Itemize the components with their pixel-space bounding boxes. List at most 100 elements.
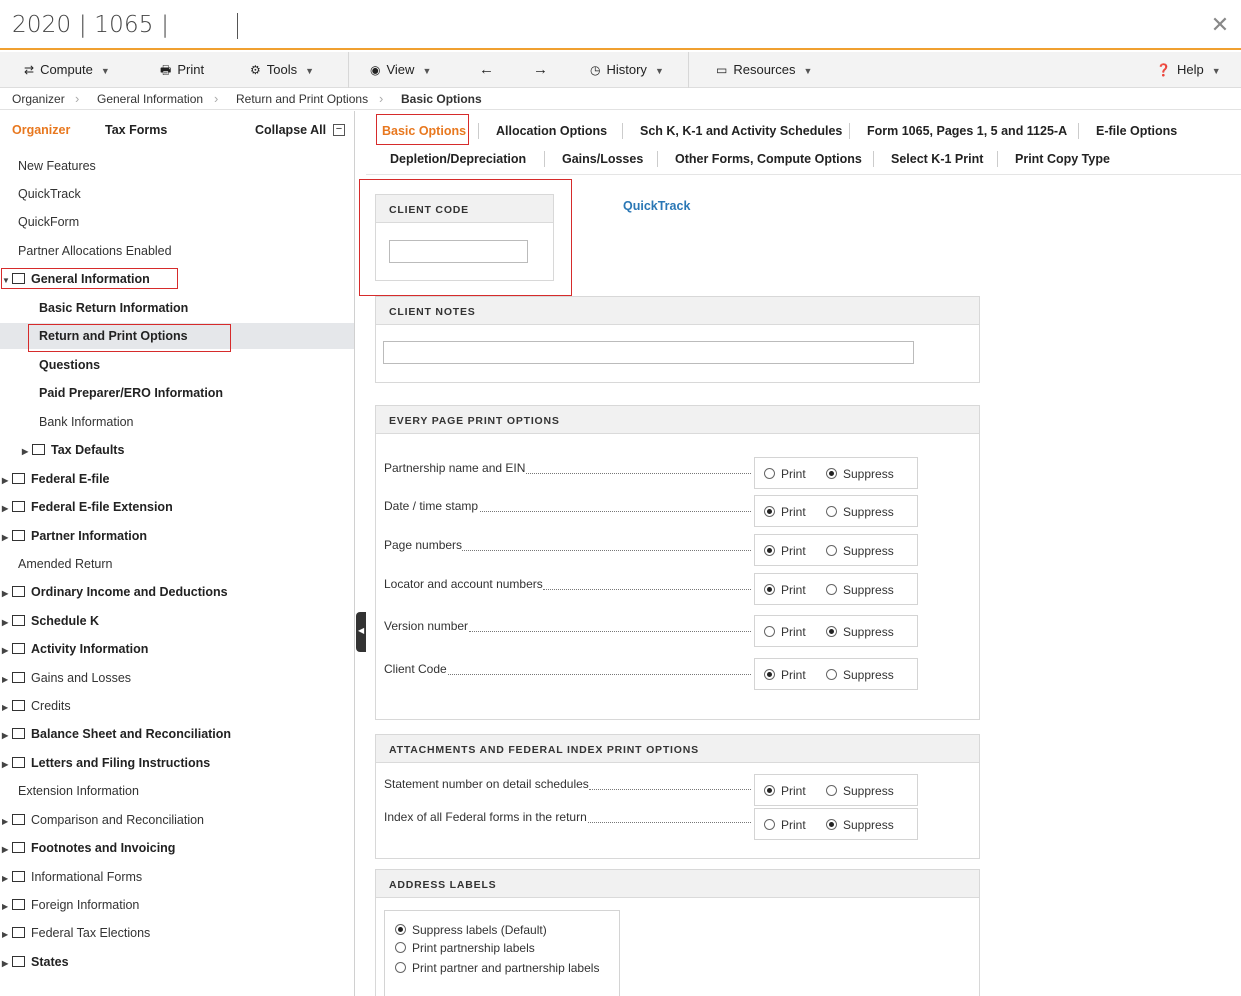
radio-print[interactable]: Print <box>764 505 806 519</box>
sidebar-folder-gains-losses[interactable]: ▶ Gains and Losses <box>2 671 131 685</box>
radio-suppress[interactable]: Suppress <box>826 818 894 832</box>
radio-suppress[interactable]: Suppress <box>826 467 894 481</box>
radio-print-partner-partnership-labels[interactable]: Print partner and partnership labels <box>395 961 599 975</box>
collapsed-triangle-icon[interactable]: ▶ <box>2 930 12 939</box>
sidebar-folder-balance-sheet[interactable]: ▶ Balance Sheet and Reconciliation <box>2 727 231 741</box>
collapsed-triangle-icon[interactable]: ▶ <box>2 845 12 854</box>
sidebar-item-amended-return[interactable]: Amended Return <box>18 557 113 571</box>
sidebar-item-bank-information[interactable]: Bank Information <box>39 415 134 429</box>
radio-print[interactable]: Print <box>764 467 806 481</box>
breadcrumb-general-information[interactable]: General Information <box>97 92 203 106</box>
sidebar-folder-partner-information[interactable]: ▶ Partner Information <box>2 529 147 543</box>
sidebar-folder-tax-defaults[interactable]: ▶ Tax Defaults <box>22 443 124 457</box>
tab-print-copy-type[interactable]: Print Copy Type <box>1015 152 1110 166</box>
collapsed-triangle-icon[interactable]: ▶ <box>22 447 32 456</box>
collapsed-triangle-icon[interactable]: ▶ <box>2 675 12 684</box>
radio-print[interactable]: Print <box>764 668 806 682</box>
expanded-triangle-icon[interactable]: ▼ <box>2 276 12 285</box>
sidebar-folder-footnotes[interactable]: ▶ Footnotes and Invoicing <box>2 841 175 855</box>
radio-suppress[interactable]: Suppress <box>826 625 894 639</box>
sidebar-item-questions[interactable]: Questions <box>39 358 100 372</box>
sidebar-item-basic-return-information[interactable]: Basic Return Information <box>39 301 188 315</box>
collapsed-triangle-icon[interactable]: ▶ <box>2 731 12 740</box>
sidebar-folder-letters-filing[interactable]: ▶ Letters and Filing Instructions <box>2 756 210 770</box>
help-menu[interactable]: ❓ Help ▼ <box>1156 52 1221 88</box>
radio-print[interactable]: Print <box>764 625 806 639</box>
radio-icon <box>764 819 775 830</box>
radio-suppress[interactable]: Suppress <box>826 544 894 558</box>
forward-arrow-icon[interactable]: → <box>533 52 548 88</box>
folder-icon <box>12 473 25 484</box>
sidebar-folder-schedule-k[interactable]: ▶ Schedule K <box>2 614 99 628</box>
sidebar-folder-activity-information[interactable]: ▶ Activity Information <box>2 642 148 656</box>
back-arrow-icon[interactable]: ← <box>479 52 494 88</box>
sidebar-folder-federal-efile-extension[interactable]: ▶ Federal E-file Extension <box>2 500 173 514</box>
radio-suppress[interactable]: Suppress <box>826 668 894 682</box>
collapsed-triangle-icon[interactable]: ▶ <box>2 902 12 911</box>
history-menu[interactable]: ◷ History ▼ <box>590 52 664 88</box>
sidebar-folder-credits[interactable]: ▶ Credits <box>2 699 71 713</box>
tab-depletion-depreciation[interactable]: Depletion/Depreciation <box>390 152 526 166</box>
client-code-input[interactable] <box>389 240 528 263</box>
tab-efile-options[interactable]: E-file Options <box>1096 124 1177 138</box>
view-menu[interactable]: ◉ View ▼ <box>370 52 431 88</box>
client-notes-input[interactable] <box>383 341 914 364</box>
close-icon[interactable]: ✕ <box>1208 13 1232 37</box>
radio-suppress[interactable]: Suppress <box>826 583 894 597</box>
sidebar-folder-foreign-information[interactable]: ▶ Foreign Information <box>2 898 139 912</box>
collapsed-triangle-icon[interactable]: ▶ <box>2 589 12 598</box>
radio-print[interactable]: Print <box>764 583 806 597</box>
collapse-all-button[interactable]: Collapse All <box>255 123 326 137</box>
radio-suppress[interactable]: Suppress <box>826 784 894 798</box>
sidebar-item-extension-information[interactable]: Extension Information <box>18 784 139 798</box>
collapsed-triangle-icon[interactable]: ▶ <box>2 646 12 655</box>
sidebar-item-quickform[interactable]: QuickForm <box>18 215 79 229</box>
sidebar-folder-general-information[interactable]: ▼ General Information <box>2 272 150 286</box>
print-button[interactable]: 🖶 Print <box>160 52 204 88</box>
radio-print[interactable]: Print <box>764 784 806 798</box>
sidebar-item-return-print-options[interactable]: Return and Print Options <box>39 329 188 343</box>
sidebar-folder-comparison[interactable]: ▶ Comparison and Reconciliation <box>2 813 204 827</box>
radio-print-partnership-labels[interactable]: Print partnership labels <box>395 941 535 955</box>
sidebar-folder-federal-tax-elections[interactable]: ▶ Federal Tax Elections <box>2 926 150 940</box>
collapsed-triangle-icon[interactable]: ▶ <box>2 959 12 968</box>
breadcrumb: Organizer › General Information › Return… <box>0 89 1241 110</box>
sidebar-item-new-features[interactable]: New Features <box>18 159 96 173</box>
compute-menu[interactable]: ⇄ Compute ▼ <box>24 52 110 88</box>
radio-print[interactable]: Print <box>764 818 806 832</box>
tab-tax-forms[interactable]: Tax Forms <box>105 123 167 137</box>
collapsed-triangle-icon[interactable]: ▶ <box>2 504 12 513</box>
tab-organizer[interactable]: Organizer <box>12 123 70 137</box>
sidebar-folder-federal-efile[interactable]: ▶ Federal E-file <box>2 472 110 486</box>
collapsed-triangle-icon[interactable]: ▶ <box>2 874 12 883</box>
sidebar-item-quicktrack[interactable]: QuickTrack <box>18 187 81 201</box>
tab-sch-k-k1[interactable]: Sch K, K-1 and Activity Schedules <box>640 124 842 138</box>
sidebar-folder-informational-forms[interactable]: ▶ Informational Forms <box>2 870 142 884</box>
tab-basic-options[interactable]: Basic Options <box>382 124 466 138</box>
breadcrumb-organizer[interactable]: Organizer <box>12 92 65 106</box>
radio-suppress[interactable]: Suppress <box>826 505 894 519</box>
sidebar-item-partner-allocations[interactable]: Partner Allocations Enabled <box>18 244 172 258</box>
tab-other-forms[interactable]: Other Forms, Compute Options <box>675 152 862 166</box>
collapsed-triangle-icon[interactable]: ▶ <box>2 618 12 627</box>
sidebar-item-paid-preparer[interactable]: Paid Preparer/ERO Information <box>39 386 223 400</box>
sidebar-folder-states[interactable]: ▶ States <box>2 955 69 969</box>
tab-gains-losses[interactable]: Gains/Losses <box>562 152 643 166</box>
sidebar-folder-ordinary-income[interactable]: ▶ Ordinary Income and Deductions <box>2 585 228 599</box>
radio-suppress-labels[interactable]: Suppress labels (Default) <box>395 923 547 937</box>
sidebar-splitter-handle[interactable]: ◀ <box>356 612 366 652</box>
quicktrack-link[interactable]: QuickTrack <box>623 199 690 213</box>
collapsed-triangle-icon[interactable]: ▶ <box>2 476 12 485</box>
collapsed-triangle-icon[interactable]: ▶ <box>2 533 12 542</box>
tools-menu[interactable]: ⚙ Tools ▼ <box>250 52 314 88</box>
collapsed-triangle-icon[interactable]: ▶ <box>2 760 12 769</box>
radio-print[interactable]: Print <box>764 544 806 558</box>
breadcrumb-return-print-options[interactable]: Return and Print Options <box>236 92 368 106</box>
tab-allocation-options[interactable]: Allocation Options <box>496 124 607 138</box>
collapsed-triangle-icon[interactable]: ▶ <box>2 703 12 712</box>
collapse-icon[interactable]: − <box>333 124 345 136</box>
tab-form-1065-pages[interactable]: Form 1065, Pages 1, 5 and 1125-A <box>867 124 1067 138</box>
collapsed-triangle-icon[interactable]: ▶ <box>2 817 12 826</box>
resources-menu[interactable]: ▭ Resources ▼ <box>716 52 812 88</box>
tab-select-k1-print[interactable]: Select K-1 Print <box>891 152 983 166</box>
